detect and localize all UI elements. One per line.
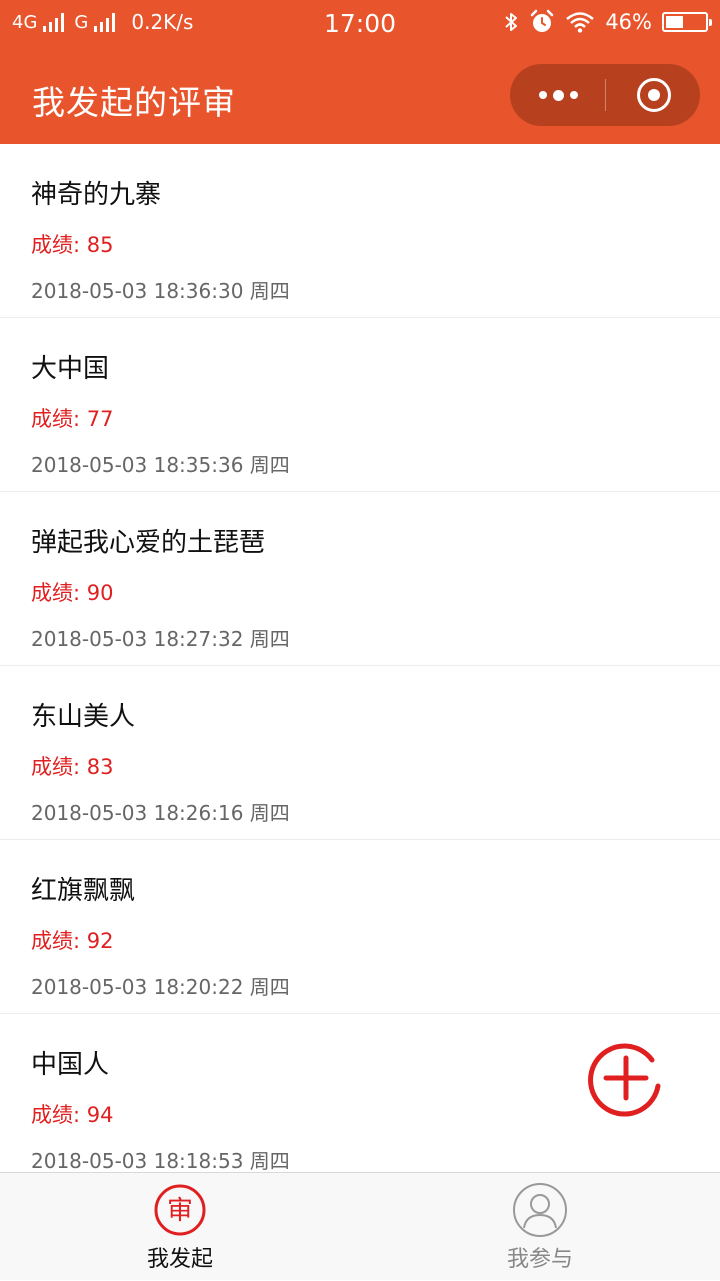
add-circle-icon [588,1043,661,1117]
review-title: 中国人 [31,1050,110,1080]
list-item[interactable]: 弹起我心爱的土琵琶 成绩: 90 2018-05-03 18:27:32 周四 [0,492,720,666]
more-dot-icon [538,91,547,99]
tab-bar: 审 我发起 我参与 [0,1172,720,1280]
page-title: 我发起的评审 [32,83,236,122]
status-bar-right: 46% [503,9,712,35]
review-score: 成绩: 83 [31,755,114,779]
review-title: 东山美人 [31,702,136,732]
review-score: 成绩: 94 [31,1103,114,1127]
review-title: 弹起我心爱的土琵琶 [31,528,266,558]
nav-bar: 我发起的评审 [0,52,720,144]
status-bar: 4G G 0.2K/s 17:00 46% [0,0,720,52]
review-time: 2018-05-03 18:27:32 周四 [31,627,290,651]
more-dot-icon [569,91,578,99]
list-item[interactable]: 红旗飘飘 成绩: 92 2018-05-03 18:20:22 周四 [0,840,720,1014]
bluetooth-icon [505,13,518,31]
review-stamp-icon: 审 [154,1184,206,1236]
review-time: 2018-05-03 18:35:36 周四 [31,453,290,477]
review-title: 神奇的九寨 [31,180,162,210]
list-item[interactable]: 东山美人 成绩: 83 2018-05-03 18:26:16 周四 [0,666,720,840]
review-title: 大中国 [31,354,110,384]
add-review-button[interactable] [586,1038,666,1118]
user-icon [513,1183,567,1237]
review-score: 成绩: 85 [31,233,114,257]
list-item[interactable]: 大中国 成绩: 77 2018-05-03 18:35:36 周四 [0,318,720,492]
review-time: 2018-05-03 18:36:30 周四 [31,279,290,303]
review-score: 成绩: 77 [31,407,114,431]
review-stamp-glyph: 审 [167,1196,193,1226]
battery-percent: 46% [605,10,652,34]
review-list: 神奇的九寨 成绩: 85 2018-05-03 18:36:30 周四 大中国 … [0,144,720,1172]
capsule-divider [605,79,606,111]
review-time: 2018-05-03 18:20:22 周四 [31,975,290,999]
list-item[interactable]: 神奇的九寨 成绩: 85 2018-05-03 18:36:30 周四 [0,144,720,318]
mini-program-capsule [510,64,700,126]
battery-icon [662,12,712,32]
close-program-button[interactable] [637,78,671,112]
tab-label: 我发起 [146,1247,213,1272]
tab-my-initiated[interactable]: 审 我发起 [0,1173,360,1281]
battery-fill [666,16,683,28]
more-dot-icon [552,89,564,101]
tab-my-participated[interactable]: 我参与 [360,1173,720,1281]
more-menu-button[interactable] [538,82,578,108]
alarm-clock-icon [531,9,554,32]
review-time: 2018-05-03 18:18:53 周四 [31,1149,290,1172]
review-title: 红旗飘飘 [31,876,136,906]
wifi-icon [566,12,595,33]
review-time: 2018-05-03 18:26:16 周四 [31,801,290,825]
tab-label: 我参与 [506,1247,573,1272]
review-score: 成绩: 90 [31,581,114,605]
review-score: 成绩: 92 [31,929,114,953]
